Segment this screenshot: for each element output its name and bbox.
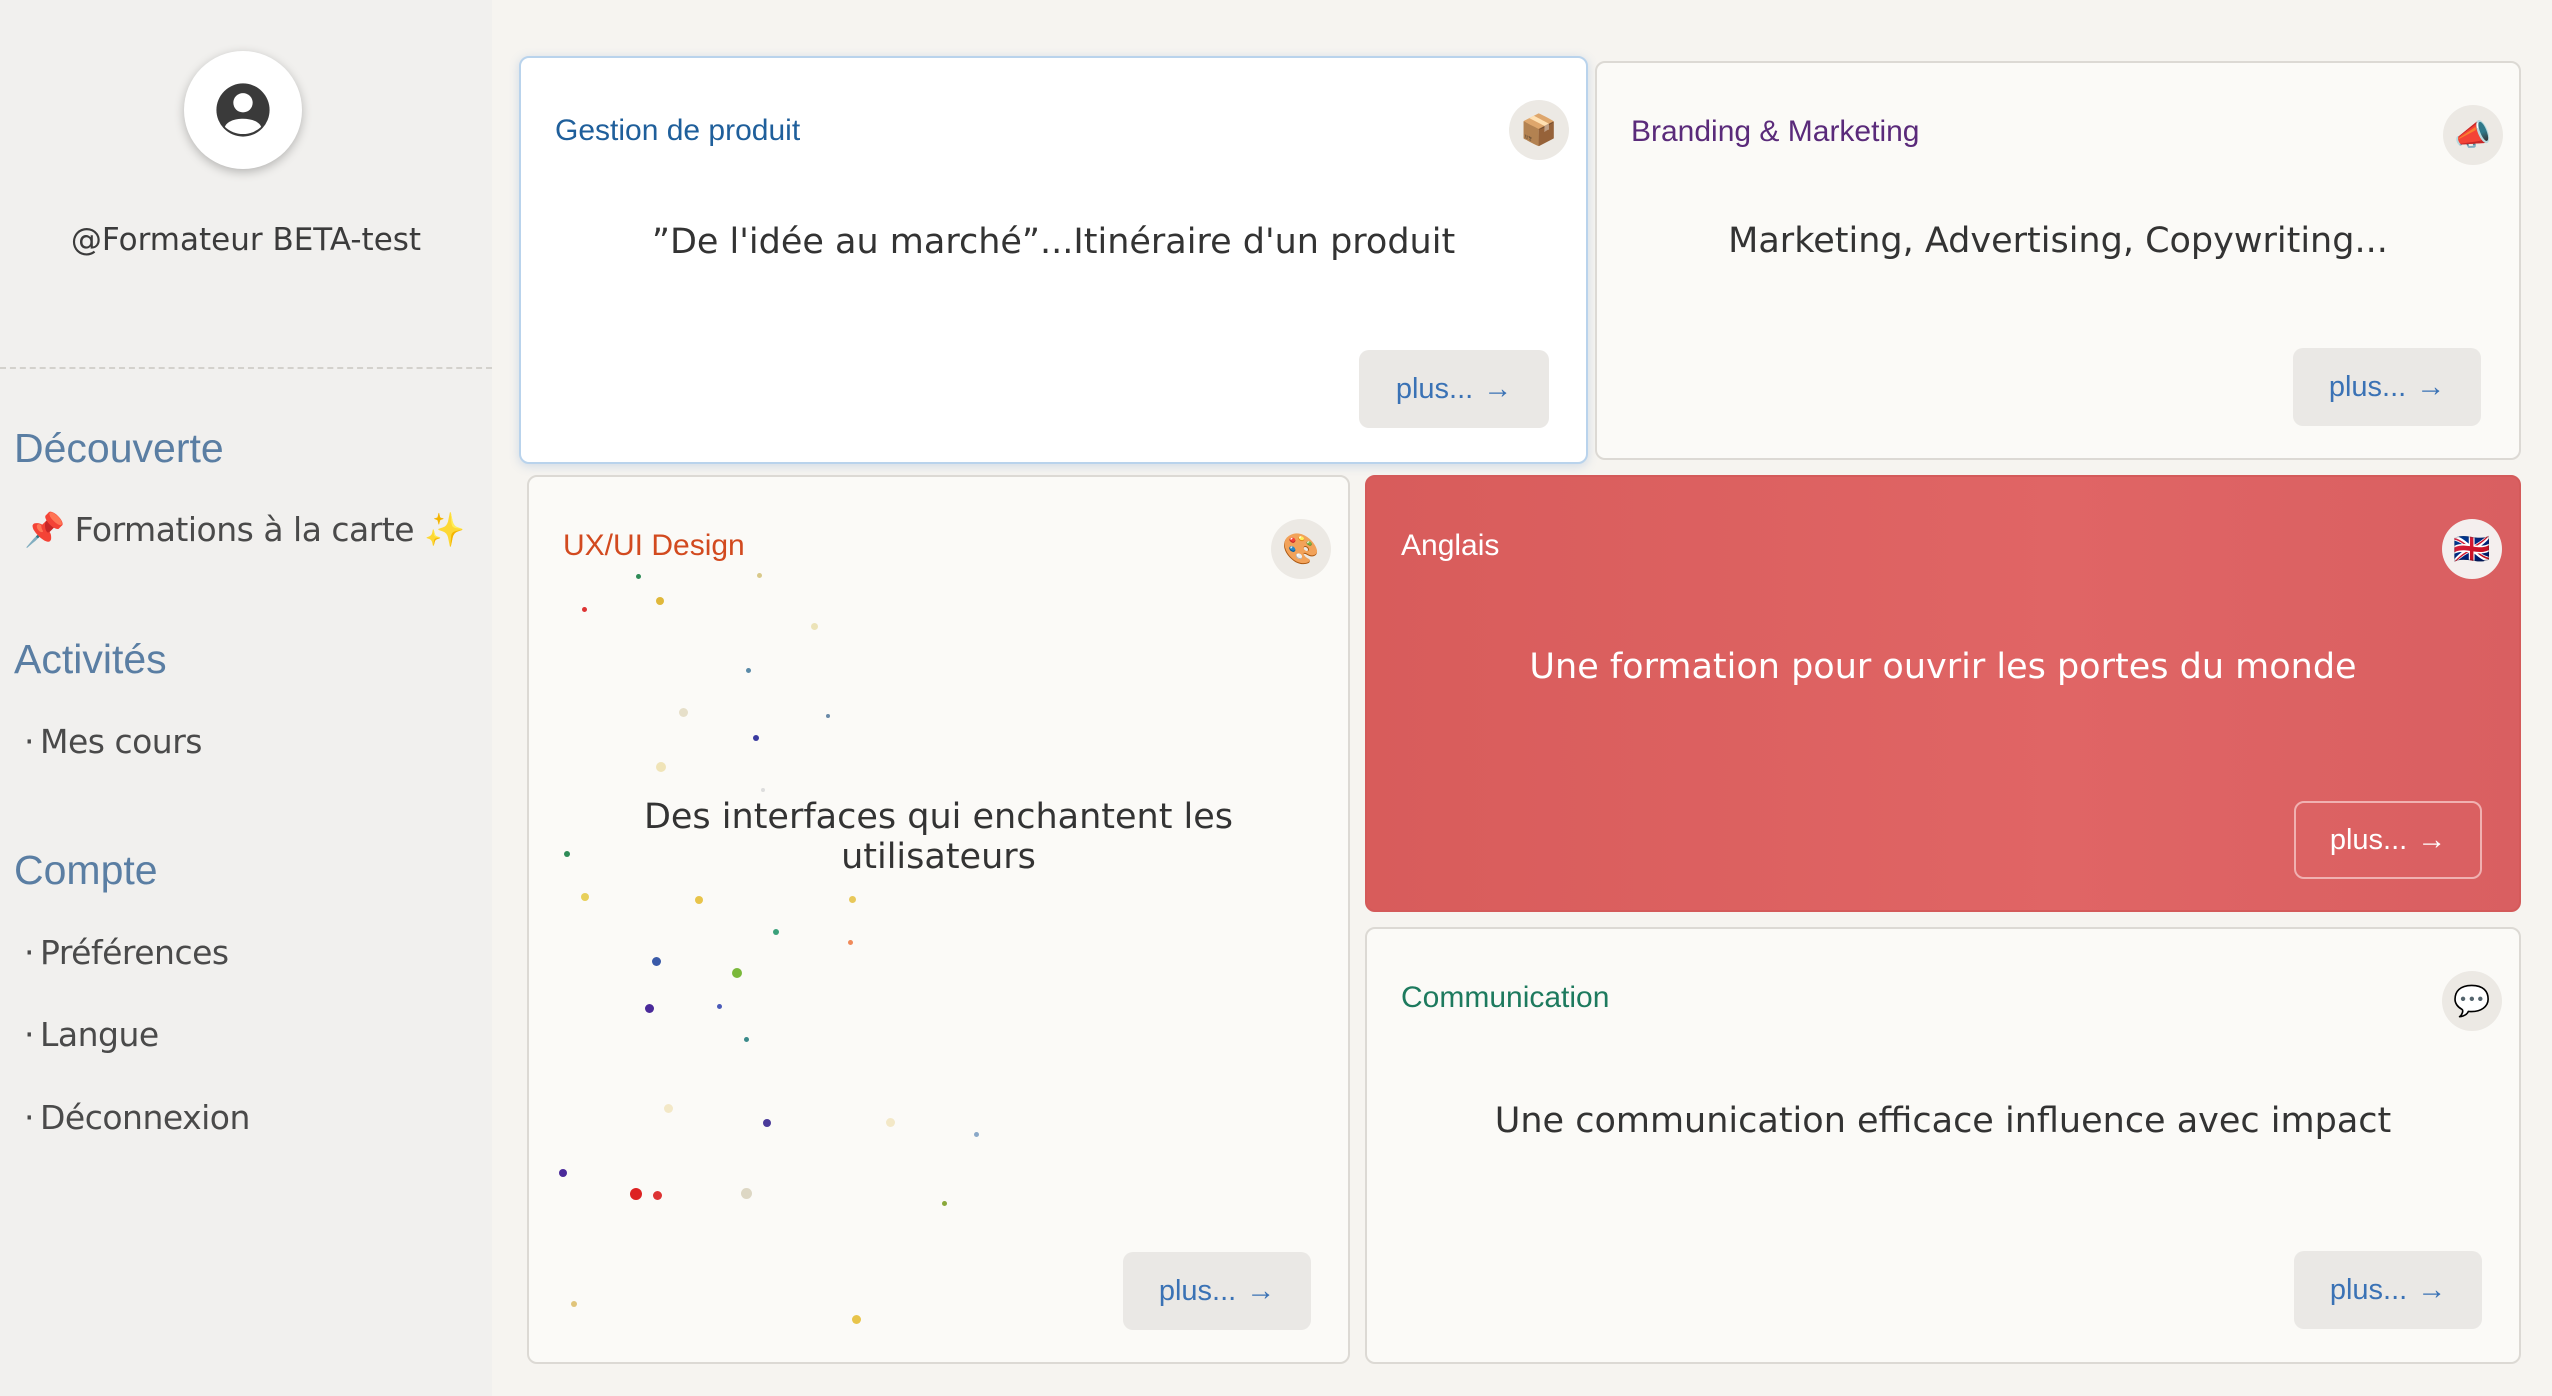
arrow-right-icon: →: [2417, 823, 2447, 856]
confetti-dot: [717, 1004, 722, 1009]
confetti-dot: [852, 1315, 861, 1324]
confetti-dot: [826, 714, 830, 718]
bullet: ·: [24, 722, 35, 761]
confetti-dot: [763, 1119, 771, 1127]
confetti-dot: [849, 896, 856, 903]
bullet: ·: [24, 1015, 35, 1054]
more-button[interactable]: plus... →: [2293, 348, 2481, 426]
username: @Formateur BETA-test: [70, 222, 422, 258]
course-card-communication[interactable]: Communication 💬 Une communication effica…: [1365, 927, 2521, 1364]
more-button-label: plus...: [2329, 823, 2408, 856]
card-description: Des interfaces qui enchantent les utilis…: [643, 797, 1234, 877]
arrow-right-icon: →: [1246, 1274, 1276, 1307]
sidebar-item-label: Mes cours: [40, 722, 202, 761]
card-title: Communication: [1401, 981, 1610, 1014]
course-card-gestion-produit[interactable]: Gestion de produit 📦 ”De l'idée au march…: [519, 56, 1588, 464]
confetti-dot: [582, 607, 587, 612]
arrow-right-icon: →: [2416, 370, 2446, 403]
course-card-ux-ui-design[interactable]: UX/UI Design 🎨 Des interfaces qui enchan…: [527, 475, 1350, 1364]
card-description: Une formation pour ouvrir les portes du …: [1529, 647, 2357, 687]
sidebar-divider: [0, 367, 492, 369]
sidebar: @Formateur BETA-test Découverte 📌 Format…: [0, 0, 492, 1396]
confetti-dot: [653, 1191, 662, 1200]
confetti-dot: [630, 1188, 642, 1200]
confetti-dot: [773, 929, 779, 935]
uk-flag-icon: 🇬🇧: [2442, 519, 2502, 579]
confetti-dot: [753, 735, 759, 741]
card-description: Une communication efficace influence ave…: [1494, 1101, 2392, 1141]
more-button-label: plus...: [1395, 372, 1474, 405]
confetti-dot: [942, 1201, 947, 1206]
sidebar-item-label: Déconnexion: [40, 1098, 250, 1137]
confetti-dot: [746, 668, 751, 673]
course-card-anglais[interactable]: Anglais 🇬🇧 Une formation pour ouvrir les…: [1365, 475, 2521, 912]
more-button-label: plus...: [2328, 370, 2407, 403]
sidebar-item-label: Préférences: [40, 933, 229, 972]
sidebar-item-mes-cours[interactable]: · Mes cours: [24, 722, 202, 761]
confetti-dot: [974, 1132, 979, 1137]
arrow-right-icon: →: [2417, 1273, 2447, 1306]
sidebar-item-preferences[interactable]: · Préférences: [24, 933, 229, 972]
card-title: UX/UI Design: [563, 529, 745, 562]
confetti-dot: [571, 1301, 577, 1307]
sidebar-item-deconnexion[interactable]: · Déconnexion: [24, 1098, 250, 1137]
bullet: ·: [24, 933, 35, 972]
bullet: ·: [24, 1098, 35, 1137]
confetti-dot: [741, 1188, 752, 1199]
avatar[interactable]: [184, 51, 302, 169]
card-title: Branding & Marketing: [1631, 115, 1920, 148]
confetti-dot: [744, 1037, 749, 1042]
course-card-branding-marketing[interactable]: Branding & Marketing 📣 Marketing, Advert…: [1595, 61, 2521, 460]
confetti-dot: [656, 597, 664, 605]
card-description: Marketing, Advertising, Copywriting...: [1728, 221, 2388, 261]
confetti-dot: [656, 762, 666, 772]
more-button-label: plus...: [2329, 1273, 2408, 1306]
megaphone-icon: 📣: [2443, 105, 2503, 165]
confetti-dot: [559, 1169, 567, 1177]
confetti-dot: [581, 893, 589, 901]
speech-bubble-icon: 💬: [2442, 971, 2502, 1031]
section-title-activites: Activités: [14, 636, 167, 682]
card-title: Gestion de produit: [555, 114, 801, 147]
confetti-dot: [886, 1118, 895, 1127]
confetti-dot: [761, 788, 765, 792]
confetti-dot: [811, 623, 818, 630]
package-icon: 📦: [1509, 100, 1569, 160]
sidebar-item-formations[interactable]: 📌 Formations à la carte ✨: [24, 510, 465, 550]
section-title-decouverte: Découverte: [14, 425, 224, 471]
color-palette-icon: 🎨: [1271, 519, 1331, 579]
sidebar-item-label: Langue: [40, 1015, 159, 1054]
more-button[interactable]: plus... →: [2294, 801, 2482, 879]
user-icon: [216, 83, 270, 137]
more-button-label: plus...: [1158, 1274, 1237, 1307]
confetti-dot: [695, 896, 703, 904]
confetti-dot: [848, 940, 853, 945]
confetti-dot: [664, 1104, 673, 1113]
arrow-right-icon: →: [1483, 372, 1513, 405]
confetti-dot: [645, 1004, 654, 1013]
confetti-dot: [636, 574, 641, 579]
more-button[interactable]: plus... →: [2294, 1251, 2482, 1329]
section-title-compte: Compte: [14, 847, 158, 893]
card-title: Anglais: [1401, 529, 1500, 562]
sidebar-item-langue[interactable]: · Langue: [24, 1015, 159, 1054]
confetti-dot: [757, 573, 762, 578]
more-button[interactable]: plus... →: [1123, 1252, 1311, 1330]
confetti-dot: [732, 968, 742, 978]
confetti-dot: [679, 708, 688, 717]
more-button[interactable]: plus... →: [1359, 350, 1549, 428]
card-description: ”De l'idée au marché”...Itinéraire d'un …: [651, 222, 1456, 262]
confetti-dot: [652, 957, 661, 966]
